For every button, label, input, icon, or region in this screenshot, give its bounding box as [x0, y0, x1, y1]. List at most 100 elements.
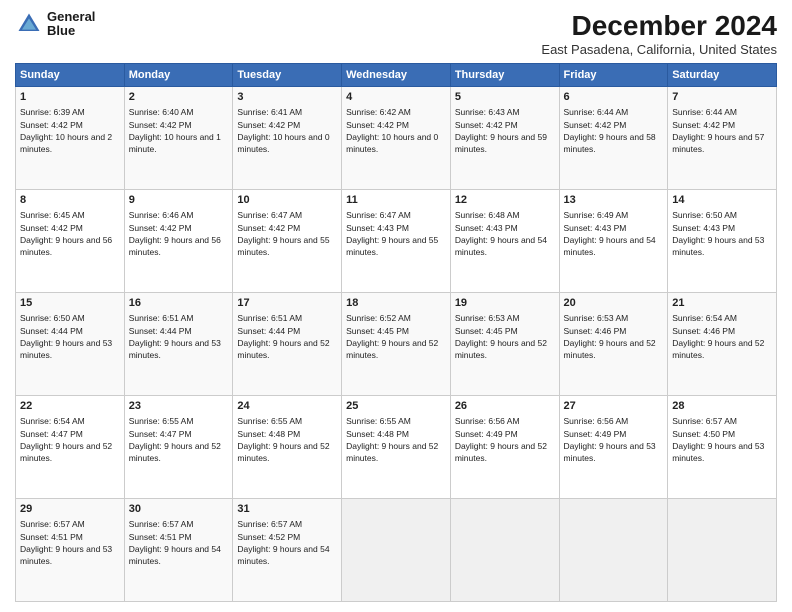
sunrise: Sunrise: 6:50 AM	[20, 313, 85, 323]
day-info: Sunrise: 6:51 AM Sunset: 4:44 PM Dayligh…	[129, 312, 229, 361]
sunrise: Sunrise: 6:50 AM	[672, 210, 737, 220]
sunset: Sunset: 4:43 PM	[564, 223, 627, 233]
daylight: Daylight: 9 hours and 56 minutes.	[129, 235, 221, 257]
calendar-cell	[342, 499, 451, 602]
sunrise: Sunrise: 6:55 AM	[129, 416, 194, 426]
main-title: December 2024	[541, 10, 777, 42]
sunset: Sunset: 4:49 PM	[455, 429, 518, 439]
daylight: Daylight: 10 hours and 0 minutes.	[346, 132, 438, 154]
logo-text: General Blue	[47, 10, 95, 39]
page: General Blue December 2024 East Pasadena…	[0, 0, 792, 612]
daylight: Daylight: 9 hours and 59 minutes.	[455, 132, 547, 154]
calendar-cell: 24 Sunrise: 6:55 AM Sunset: 4:48 PM Dayl…	[233, 396, 342, 499]
daylight: Daylight: 9 hours and 53 minutes.	[129, 338, 221, 360]
day-info: Sunrise: 6:46 AM Sunset: 4:42 PM Dayligh…	[129, 209, 229, 258]
day-info: Sunrise: 6:44 AM Sunset: 4:42 PM Dayligh…	[672, 106, 772, 155]
sunset: Sunset: 4:45 PM	[346, 326, 409, 336]
title-area: December 2024 East Pasadena, California,…	[541, 10, 777, 57]
daylight: Daylight: 9 hours and 52 minutes.	[346, 338, 438, 360]
sunrise: Sunrise: 6:47 AM	[237, 210, 302, 220]
sunrise: Sunrise: 6:57 AM	[129, 519, 194, 529]
day-info: Sunrise: 6:47 AM Sunset: 4:42 PM Dayligh…	[237, 209, 337, 258]
sunset: Sunset: 4:43 PM	[346, 223, 409, 233]
daylight: Daylight: 9 hours and 53 minutes.	[564, 441, 656, 463]
day-number: 30	[129, 502, 229, 517]
calendar-cell: 9 Sunrise: 6:46 AM Sunset: 4:42 PM Dayli…	[124, 190, 233, 293]
sunrise: Sunrise: 6:57 AM	[237, 519, 302, 529]
header-day-thursday: Thursday	[450, 64, 559, 87]
calendar-cell: 21 Sunrise: 6:54 AM Sunset: 4:46 PM Dayl…	[668, 293, 777, 396]
day-info: Sunrise: 6:52 AM Sunset: 4:45 PM Dayligh…	[346, 312, 446, 361]
day-info: Sunrise: 6:56 AM Sunset: 4:49 PM Dayligh…	[455, 415, 555, 464]
day-info: Sunrise: 6:47 AM Sunset: 4:43 PM Dayligh…	[346, 209, 446, 258]
sunrise: Sunrise: 6:53 AM	[564, 313, 629, 323]
sunrise: Sunrise: 6:40 AM	[129, 107, 194, 117]
sunrise: Sunrise: 6:41 AM	[237, 107, 302, 117]
header-row: SundayMondayTuesdayWednesdayThursdayFrid…	[16, 64, 777, 87]
calendar-cell: 10 Sunrise: 6:47 AM Sunset: 4:42 PM Dayl…	[233, 190, 342, 293]
day-number: 2	[129, 90, 229, 105]
sunrise: Sunrise: 6:45 AM	[20, 210, 85, 220]
daylight: Daylight: 9 hours and 54 minutes.	[564, 235, 656, 257]
sunset: Sunset: 4:42 PM	[237, 223, 300, 233]
daylight: Daylight: 9 hours and 58 minutes.	[564, 132, 656, 154]
week-row-4: 22 Sunrise: 6:54 AM Sunset: 4:47 PM Dayl…	[16, 396, 777, 499]
week-row-3: 15 Sunrise: 6:50 AM Sunset: 4:44 PM Dayl…	[16, 293, 777, 396]
daylight: Daylight: 9 hours and 54 minutes.	[129, 544, 221, 566]
day-info: Sunrise: 6:49 AM Sunset: 4:43 PM Dayligh…	[564, 209, 664, 258]
day-info: Sunrise: 6:56 AM Sunset: 4:49 PM Dayligh…	[564, 415, 664, 464]
calendar-cell: 6 Sunrise: 6:44 AM Sunset: 4:42 PM Dayli…	[559, 87, 668, 190]
calendar-cell: 7 Sunrise: 6:44 AM Sunset: 4:42 PM Dayli…	[668, 87, 777, 190]
daylight: Daylight: 9 hours and 52 minutes.	[129, 441, 221, 463]
sunset: Sunset: 4:43 PM	[455, 223, 518, 233]
daylight: Daylight: 9 hours and 52 minutes.	[346, 441, 438, 463]
day-number: 19	[455, 296, 555, 311]
sunrise: Sunrise: 6:46 AM	[129, 210, 194, 220]
sunrise: Sunrise: 6:56 AM	[564, 416, 629, 426]
sunset: Sunset: 4:46 PM	[564, 326, 627, 336]
sunset: Sunset: 4:44 PM	[129, 326, 192, 336]
sunrise: Sunrise: 6:42 AM	[346, 107, 411, 117]
day-number: 15	[20, 296, 120, 311]
calendar-cell: 20 Sunrise: 6:53 AM Sunset: 4:46 PM Dayl…	[559, 293, 668, 396]
sunset: Sunset: 4:51 PM	[20, 532, 83, 542]
sunrise: Sunrise: 6:44 AM	[672, 107, 737, 117]
daylight: Daylight: 10 hours and 1 minute.	[129, 132, 221, 154]
day-info: Sunrise: 6:50 AM Sunset: 4:43 PM Dayligh…	[672, 209, 772, 258]
calendar-cell: 25 Sunrise: 6:55 AM Sunset: 4:48 PM Dayl…	[342, 396, 451, 499]
sunrise: Sunrise: 6:48 AM	[455, 210, 520, 220]
calendar-cell: 26 Sunrise: 6:56 AM Sunset: 4:49 PM Dayl…	[450, 396, 559, 499]
daylight: Daylight: 10 hours and 2 minutes.	[20, 132, 112, 154]
day-number: 31	[237, 502, 337, 517]
sunset: Sunset: 4:49 PM	[564, 429, 627, 439]
logo: General Blue	[15, 10, 95, 39]
day-number: 21	[672, 296, 772, 311]
daylight: Daylight: 9 hours and 56 minutes.	[20, 235, 112, 257]
sunset: Sunset: 4:46 PM	[672, 326, 735, 336]
daylight: Daylight: 9 hours and 53 minutes.	[20, 338, 112, 360]
day-number: 9	[129, 193, 229, 208]
day-info: Sunrise: 6:57 AM Sunset: 4:51 PM Dayligh…	[129, 518, 229, 567]
sunrise: Sunrise: 6:43 AM	[455, 107, 520, 117]
sunset: Sunset: 4:42 PM	[129, 120, 192, 130]
sunrise: Sunrise: 6:56 AM	[455, 416, 520, 426]
sunrise: Sunrise: 6:57 AM	[20, 519, 85, 529]
sunrise: Sunrise: 6:55 AM	[237, 416, 302, 426]
calendar-cell: 22 Sunrise: 6:54 AM Sunset: 4:47 PM Dayl…	[16, 396, 125, 499]
daylight: Daylight: 9 hours and 52 minutes.	[20, 441, 112, 463]
calendar-cell: 16 Sunrise: 6:51 AM Sunset: 4:44 PM Dayl…	[124, 293, 233, 396]
day-info: Sunrise: 6:39 AM Sunset: 4:42 PM Dayligh…	[20, 106, 120, 155]
sunset: Sunset: 4:42 PM	[20, 223, 83, 233]
calendar-cell: 18 Sunrise: 6:52 AM Sunset: 4:45 PM Dayl…	[342, 293, 451, 396]
sunrise: Sunrise: 6:39 AM	[20, 107, 85, 117]
daylight: Daylight: 9 hours and 52 minutes.	[564, 338, 656, 360]
day-number: 28	[672, 399, 772, 414]
daylight: Daylight: 9 hours and 52 minutes.	[672, 338, 764, 360]
day-number: 7	[672, 90, 772, 105]
sunrise: Sunrise: 6:52 AM	[346, 313, 411, 323]
calendar-cell: 19 Sunrise: 6:53 AM Sunset: 4:45 PM Dayl…	[450, 293, 559, 396]
logo-line2: Blue	[47, 24, 95, 38]
sunrise: Sunrise: 6:54 AM	[20, 416, 85, 426]
calendar-cell: 14 Sunrise: 6:50 AM Sunset: 4:43 PM Dayl…	[668, 190, 777, 293]
daylight: Daylight: 9 hours and 52 minutes.	[455, 338, 547, 360]
